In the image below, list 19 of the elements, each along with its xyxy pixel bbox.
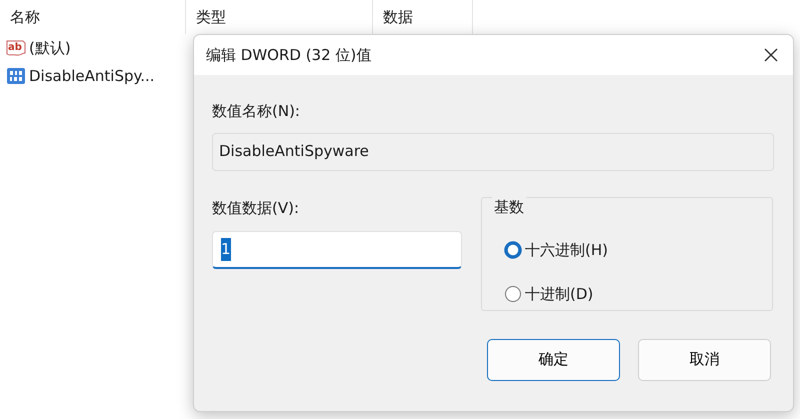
dialog-title: 编辑 DWORD (32 位)值 [206,44,372,66]
value-name[interactable]: (默认) [29,36,71,60]
column-header[interactable]: 类型 [196,6,226,28]
column-header[interactable]: 名称 [10,6,40,28]
radio-label[interactable]: 十进制(D) [525,282,594,306]
field-label: 数值数据(V): [212,198,300,218]
column-header[interactable]: 数据 [383,6,413,28]
value-name[interactable]: DisableAntiSpy... [29,64,155,88]
binary-value-icon [6,67,26,85]
string-value-icon: ab [6,39,26,57]
radio-label[interactable]: 十六进制(H) [525,238,608,262]
close-icon[interactable] [763,47,779,63]
ok-button[interactable]: 确定 [487,338,620,380]
input-field[interactable]: DisableAntiSpyware [212,132,774,170]
cancel-button[interactable]: 取消 [638,338,771,380]
radio-button[interactable] [504,285,522,303]
radio-button[interactable] [504,241,522,259]
input-field[interactable]: 1 [212,231,462,269]
field-label: 数值名称(N): [212,101,301,122]
